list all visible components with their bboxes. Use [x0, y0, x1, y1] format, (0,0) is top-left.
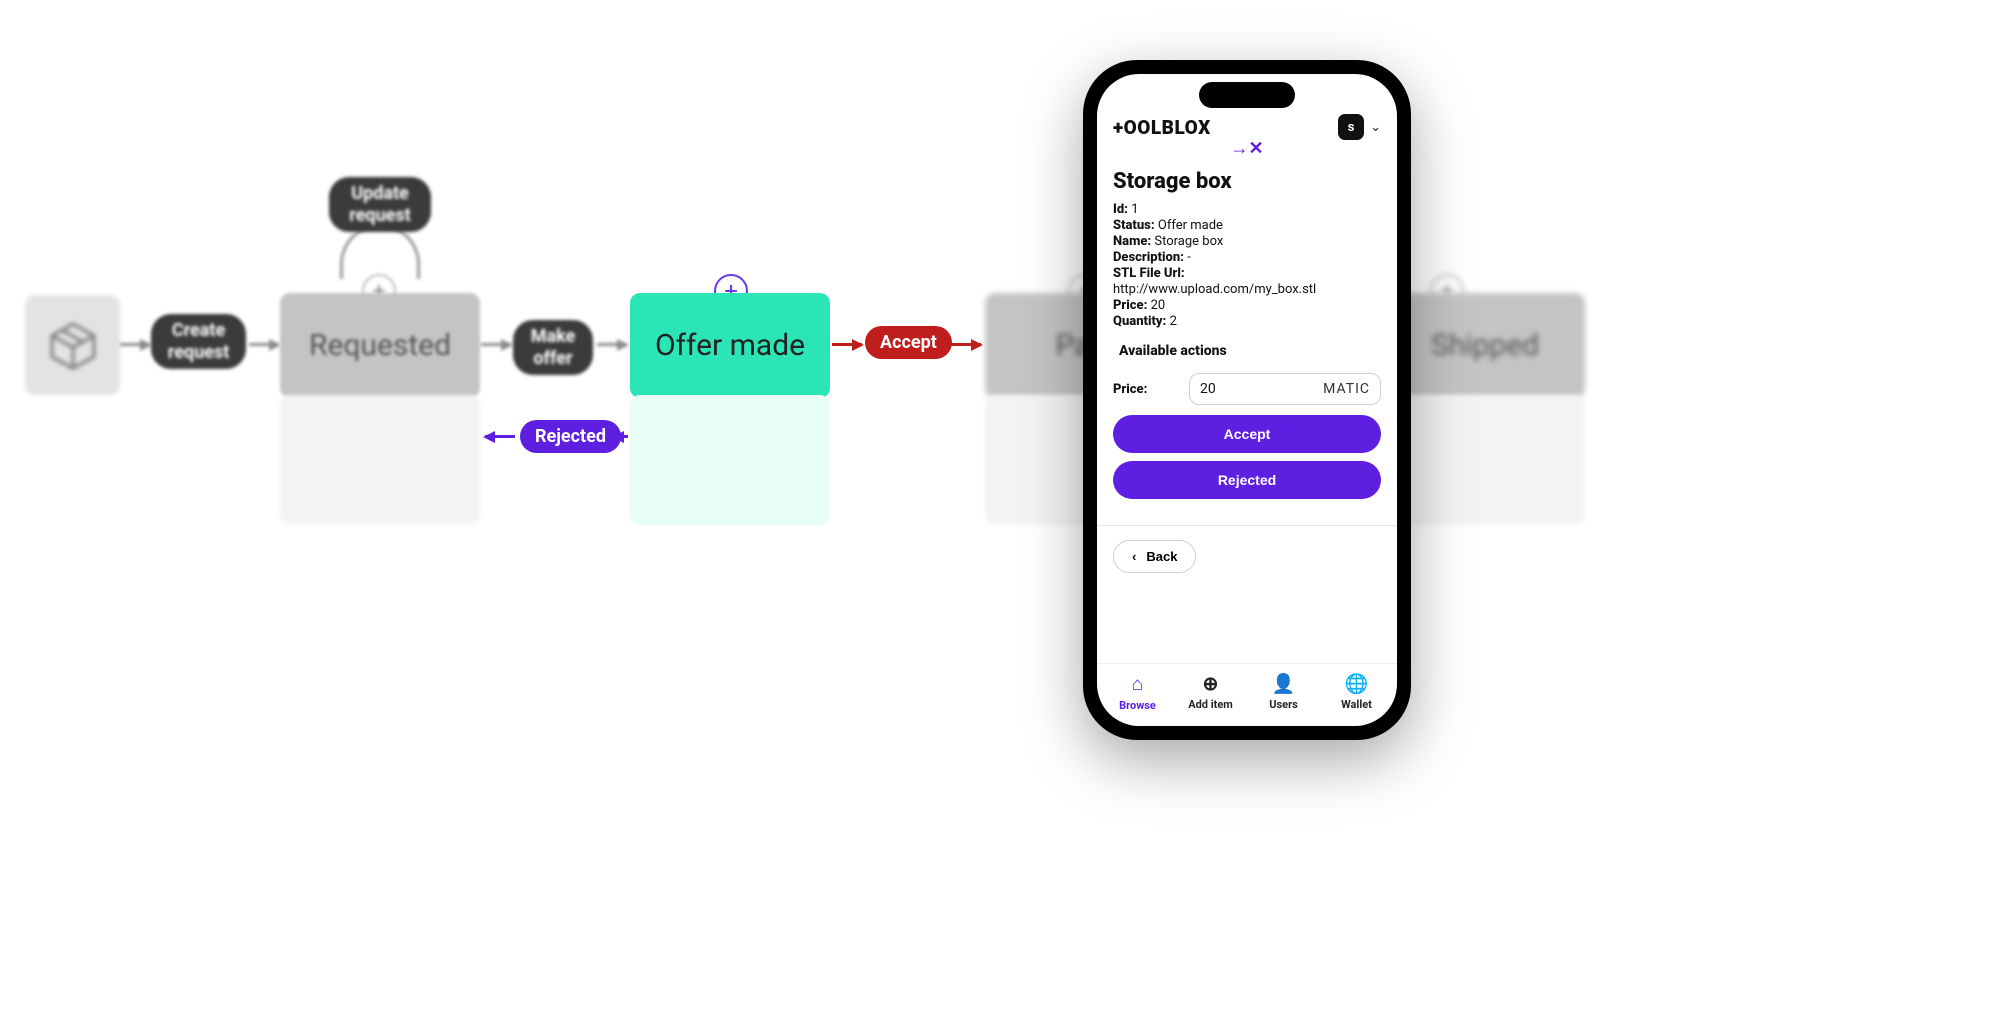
- phone-notch: [1199, 82, 1295, 108]
- arrow: [614, 435, 628, 438]
- back-button[interactable]: ‹ Back: [1113, 540, 1196, 573]
- start-node: [25, 295, 120, 395]
- price-value: 20: [1200, 381, 1216, 397]
- divider: [1097, 525, 1397, 526]
- accept-action[interactable]: Accept: [865, 326, 952, 359]
- arrow: [120, 343, 150, 346]
- workflow-diagram: Create request Update request + Requeste…: [0, 0, 2003, 1016]
- arrow: [832, 343, 862, 346]
- field-price: Price: 20: [1113, 298, 1381, 313]
- home-icon: ⌂: [1108, 672, 1168, 696]
- globe-icon: 🌐: [1327, 672, 1387, 695]
- nav-add-item[interactable]: ⊕ Add item: [1181, 672, 1241, 712]
- arrow: [597, 343, 627, 346]
- field-description: Description: -: [1113, 250, 1381, 265]
- field-stl-label: STL File Url:: [1113, 266, 1381, 281]
- state-shadow: [630, 395, 830, 525]
- chevron-left-icon: ‹: [1132, 549, 1136, 564]
- bottom-nav: ⌂ Browse ⊕ Add item 👤 Users 🌐 Wallet: [1097, 663, 1397, 726]
- state-shadow: [1385, 395, 1585, 525]
- price-input[interactable]: 20 MATIC: [1189, 373, 1381, 405]
- rejected-action[interactable]: Rejected: [520, 420, 621, 453]
- available-actions-heading: Available actions: [1119, 343, 1381, 359]
- rejected-button[interactable]: Rejected: [1113, 461, 1381, 499]
- state-shadow: [280, 395, 480, 525]
- state-offer-made[interactable]: Offer made: [630, 293, 830, 398]
- price-input-row: Price: 20 MATIC: [1113, 373, 1381, 405]
- make-offer-action[interactable]: Make offer: [513, 320, 593, 375]
- field-quantity: Quantity: 2: [1113, 314, 1381, 329]
- field-id: Id: 1: [1113, 202, 1381, 217]
- user-plus-icon: 👤: [1254, 672, 1314, 695]
- self-loop: [340, 224, 420, 279]
- field-status: Status: Offer made: [1113, 218, 1381, 233]
- plus-circle-icon: ⊕: [1181, 672, 1241, 695]
- swap-icon: →✕: [1097, 138, 1397, 159]
- arrow: [951, 343, 981, 346]
- chevron-down-icon: ⌄: [1370, 120, 1381, 135]
- arrow: [481, 343, 511, 346]
- page-title: Storage box: [1113, 169, 1381, 194]
- nav-wallet[interactable]: 🌐 Wallet: [1327, 672, 1387, 712]
- create-request-action[interactable]: Create request: [151, 314, 246, 369]
- account-menu[interactable]: s ⌄: [1338, 114, 1381, 140]
- state-shipped[interactable]: Shipped: [1385, 293, 1585, 398]
- accept-button[interactable]: Accept: [1113, 415, 1381, 453]
- nav-browse[interactable]: ⌂ Browse: [1108, 672, 1168, 712]
- field-stl-value: http://www.upload.com/my_box.stl: [1113, 282, 1381, 297]
- arrow: [249, 343, 279, 346]
- arrow: [485, 435, 515, 438]
- avatar: s: [1338, 114, 1364, 140]
- state-requested[interactable]: Requested: [280, 293, 480, 398]
- price-label: Price:: [1113, 382, 1175, 397]
- phone-mock: +OOLBLOX s ⌄ →✕ Storage box Id: 1 Status…: [1083, 60, 1411, 740]
- package-icon: [45, 317, 101, 373]
- price-unit: MATIC: [1323, 381, 1370, 397]
- brand-logo: +OOLBLOX: [1113, 116, 1211, 139]
- nav-users[interactable]: 👤 Users: [1254, 672, 1314, 712]
- update-request-action[interactable]: Update request: [329, 177, 431, 232]
- field-name: Name: Storage box: [1113, 234, 1381, 249]
